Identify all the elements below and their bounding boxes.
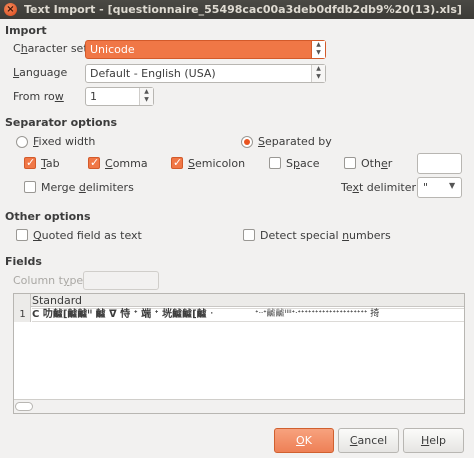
separated-by-label[interactable]: Separated by bbox=[258, 135, 332, 148]
from-row-value: 1 bbox=[90, 90, 97, 103]
semicolon-checkbox[interactable] bbox=[171, 156, 183, 169]
text-delimiter-label: Text delimiter bbox=[341, 181, 416, 194]
import-section-title: Import bbox=[5, 24, 47, 37]
title-bar: × Text Import - [questionnaire_55498cac0… bbox=[0, 0, 474, 19]
fields-section-title: Fields bbox=[5, 255, 42, 268]
detect-special-numbers-label[interactable]: Detect special numbers bbox=[260, 229, 391, 242]
charset-select[interactable]: Unicode ▲ ▼ bbox=[85, 40, 326, 59]
space-label[interactable]: Space bbox=[286, 157, 320, 170]
column-type-label: Column type bbox=[13, 274, 84, 287]
text-import-dialog: × Text Import - [questionnaire_55498cac0… bbox=[0, 0, 474, 458]
help-button[interactable]: Help bbox=[403, 428, 464, 453]
separator-section-title: Separator options bbox=[5, 116, 117, 129]
fixed-width-radio[interactable] bbox=[16, 136, 28, 148]
quoted-field-label[interactable]: Quoted field as text bbox=[33, 229, 142, 242]
window-title: Text Import - [questionnaire_55498cac00a… bbox=[24, 3, 462, 16]
space-checkbox[interactable] bbox=[269, 157, 281, 169]
fixed-width-label[interactable]: Fixed width bbox=[33, 135, 95, 148]
language-dropdown-arrows-icon: ▲ ▼ bbox=[311, 65, 325, 82]
from-row-spinbox[interactable]: 1 ▲ ▼ bbox=[85, 87, 154, 106]
charset-value: Unicode bbox=[90, 43, 135, 56]
text-delimiter-value: " bbox=[423, 181, 429, 194]
from-row-stepper-icon[interactable]: ▲ ▼ bbox=[139, 88, 153, 105]
semicolon-label[interactable]: Semicolon bbox=[188, 157, 245, 170]
preview-row-text-right: ᐩᐧᐧᐩ𪙫𪙫ᐦᐦᐩᐧᐩᐩᐩᐩᐩᐩᐩᐩᐩᐩᐩᐩᐩᐩᐩᐩᐩᐩᐩᐩ 掎 bbox=[255, 309, 380, 319]
preview-row-text-left: C 叻𪙫[𪙫𪙫ᐦ 𪙫 ᐁ 恃 ᐩ 端 ᐩ 垙𪙫𪙫[𪙫 ᐧ bbox=[32, 309, 214, 320]
preview-grid[interactable]: Standard 1 C 叻𪙫[𪙫𪙫ᐦ 𪙫 ᐁ 恃 ᐩ 端 ᐩ 垙𪙫𪙫[𪙫 ᐧ … bbox=[13, 293, 465, 414]
chevron-down-icon: ▼ bbox=[449, 181, 456, 190]
cancel-button[interactable]: Cancel bbox=[338, 428, 399, 453]
scrollbar-thumb[interactable] bbox=[15, 402, 33, 411]
horizontal-scrollbar[interactable] bbox=[14, 399, 464, 413]
language-select[interactable]: Default - English (USA) ▲ ▼ bbox=[85, 64, 326, 83]
detect-special-numbers-checkbox[interactable] bbox=[243, 229, 255, 241]
merge-delimiters-checkbox[interactable] bbox=[24, 181, 36, 193]
charset-label: Character set bbox=[13, 42, 88, 55]
separated-by-radio[interactable] bbox=[241, 136, 253, 148]
tab-checkbox[interactable] bbox=[24, 156, 36, 169]
comma-label[interactable]: Comma bbox=[105, 157, 148, 170]
comma-checkbox[interactable] bbox=[88, 156, 100, 169]
column-type-select[interactable] bbox=[83, 271, 159, 290]
text-delimiter-combo[interactable]: " ▼ bbox=[417, 177, 462, 198]
ok-button[interactable]: OK bbox=[274, 428, 334, 453]
merge-delimiters-label[interactable]: Merge delimiters bbox=[41, 181, 134, 194]
other-separator-input[interactable] bbox=[417, 153, 462, 174]
close-icon[interactable]: × bbox=[4, 3, 17, 16]
other-options-section-title: Other options bbox=[5, 210, 91, 223]
other-label[interactable]: Other bbox=[361, 157, 392, 170]
language-value: Default - English (USA) bbox=[90, 67, 216, 80]
row-number: 1 bbox=[19, 309, 26, 320]
tab-label[interactable]: Tab bbox=[41, 157, 60, 170]
charset-dropdown-arrows-icon: ▲ ▼ bbox=[311, 41, 325, 58]
other-checkbox[interactable] bbox=[344, 157, 356, 169]
language-label: Language bbox=[13, 66, 68, 79]
quoted-field-checkbox[interactable] bbox=[16, 229, 28, 241]
from-row-label: From row bbox=[13, 90, 64, 103]
column-header-standard[interactable]: Standard bbox=[32, 294, 82, 307]
